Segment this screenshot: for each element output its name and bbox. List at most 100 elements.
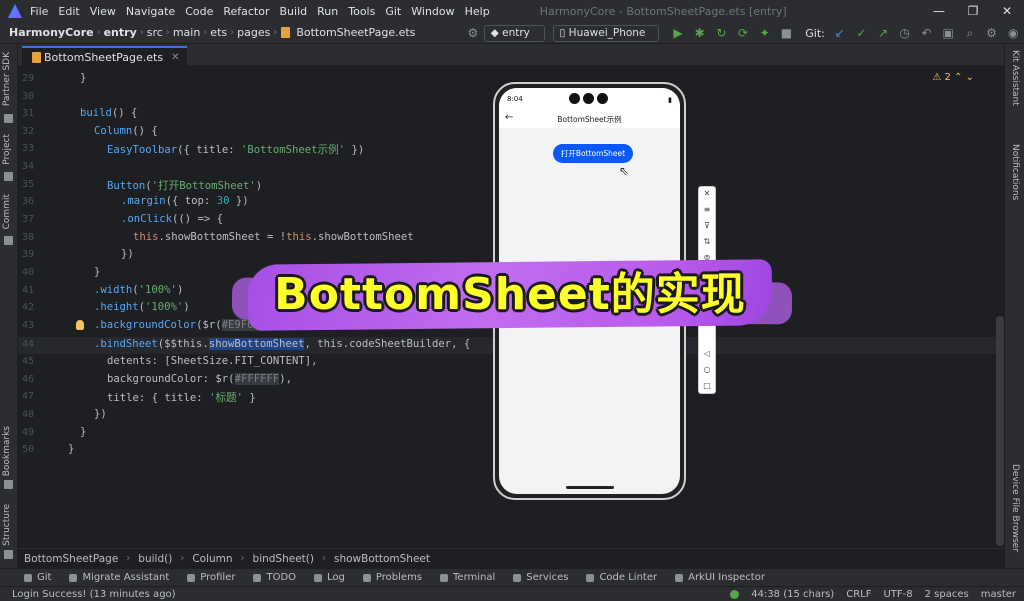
project-structure-icon[interactable]: ▣	[940, 26, 956, 40]
menu-build[interactable]: Build	[280, 5, 308, 18]
menu-refactor[interactable]: Refactor	[223, 5, 269, 18]
code-crumb[interactable]: showBottomSheet	[334, 553, 430, 565]
close-window-button[interactable]: ✕	[990, 0, 1024, 22]
tool-label: Git	[37, 572, 52, 583]
indent-setting[interactable]: 2 spaces	[925, 589, 969, 600]
run-icon[interactable]: ▶	[670, 26, 686, 40]
menu-file[interactable]: File	[30, 5, 48, 18]
app-logo-icon	[8, 4, 22, 18]
tool-profiler[interactable]: Profiler	[187, 572, 235, 583]
git-push-icon[interactable]: ↗	[875, 26, 891, 40]
tool-services[interactable]: Services	[513, 572, 568, 583]
menu-icon[interactable]: ≡	[699, 205, 715, 214]
git-commit-icon[interactable]: ✓	[854, 26, 870, 40]
open-bottomsheet-button[interactable]: 打开BottomSheet	[553, 144, 633, 163]
breadcrumb-project[interactable]: HarmonyCore	[6, 26, 97, 39]
tool-code-linter[interactable]: Code Linter	[586, 572, 657, 583]
bookmarks-tab[interactable]: Bookmarks	[2, 426, 12, 476]
minimize-button[interactable]: —	[922, 0, 956, 22]
menu-run[interactable]: Run	[317, 5, 338, 18]
code-crumb[interactable]: Column	[192, 553, 232, 565]
line-separator[interactable]: CRLF	[846, 589, 871, 600]
git-branch[interactable]: master	[981, 589, 1016, 600]
close-tab-icon[interactable]: ✕	[171, 52, 179, 63]
caret-position[interactable]: 44:38 (15 chars)	[751, 589, 834, 600]
tool-git[interactable]: Git	[24, 572, 51, 583]
breadcrumb-ets[interactable]: ets	[207, 26, 230, 39]
profiler-tool-icon	[187, 573, 196, 582]
breadcrumb-file[interactable]: BottomSheetPage.ets	[293, 26, 418, 39]
user-icon[interactable]: ◉	[1005, 26, 1021, 40]
maximize-button[interactable]: ❐	[956, 0, 990, 22]
rotate-icon[interactable]: ⇅	[699, 237, 715, 246]
breadcrumb-module[interactable]: entry	[101, 26, 140, 39]
lightbulb-icon[interactable]	[76, 320, 84, 330]
search-icon[interactable]: ⌕	[962, 26, 978, 41]
close-emulator-icon[interactable]: ✕	[699, 189, 715, 198]
history-icon[interactable]: ◷	[897, 26, 913, 40]
editor-scrollbar[interactable]	[996, 316, 1004, 546]
git-update-icon[interactable]: ↙	[832, 26, 848, 40]
menu-window[interactable]: Window	[411, 5, 454, 18]
stop-icon[interactable]: ■	[779, 26, 795, 40]
settings-icon[interactable]: ⚙	[984, 26, 1000, 40]
filter-icon[interactable]: ⊽	[699, 221, 715, 230]
code-crumb[interactable]: bindSheet()	[253, 553, 314, 565]
back-nav-icon[interactable]: ◁	[699, 349, 715, 358]
recents-nav-icon[interactable]: □	[699, 381, 715, 390]
menu-code[interactable]: Code	[185, 5, 213, 18]
token: title: { title:	[107, 392, 210, 404]
kit-assistant-tab[interactable]: Kit Assistant	[1010, 50, 1020, 106]
code-crumb[interactable]: BottomSheetPage	[24, 553, 118, 565]
menu-edit[interactable]: Edit	[58, 5, 79, 18]
commit-tab[interactable]: Commit	[2, 194, 12, 229]
profiler-icon[interactable]: ✦	[757, 26, 773, 40]
tool-label: Terminal	[453, 572, 496, 583]
code-line: }	[68, 443, 74, 455]
tool-terminal[interactable]: Terminal	[440, 572, 495, 583]
token: '标题'	[209, 392, 244, 404]
menu-navigate[interactable]: Navigate	[126, 5, 175, 18]
menu-git[interactable]: Git	[385, 5, 401, 18]
video-caption: BottomSheet的实现	[274, 269, 746, 320]
file-encoding[interactable]: UTF-8	[883, 589, 912, 600]
back-arrow-icon[interactable]: ←	[505, 112, 513, 123]
tool-todo[interactable]: TODO	[253, 572, 296, 583]
rollback-icon[interactable]: ↶	[919, 26, 935, 40]
code-line: EasyToolbar({ title: 'BottomSheet示例' })	[107, 142, 364, 157]
token: )	[176, 284, 184, 296]
token: this	[133, 231, 159, 243]
notifications-tab[interactable]: Notifications	[1010, 144, 1020, 200]
breadcrumb-src[interactable]: src	[144, 26, 166, 39]
tab-bottomsheetpage[interactable]: BottomSheetPage.ets ✕	[22, 46, 188, 66]
device-file-browser-tab[interactable]: Device File Browser	[1010, 464, 1020, 552]
code-crumb[interactable]: build()	[138, 553, 172, 565]
project-tab[interactable]: Project	[2, 134, 12, 165]
reload-icon[interactable]: ↻	[714, 26, 730, 40]
tool-problems[interactable]: Problems	[362, 572, 422, 583]
breadcrumb-main[interactable]: main	[170, 26, 203, 39]
device-selector[interactable]: ▯ Huawei_Phone ▾	[552, 24, 660, 54]
structure-tab[interactable]: Structure	[2, 504, 12, 546]
home-indicator	[566, 486, 614, 489]
warning-indicator[interactable]: ⚠ 2 ⌃ ⌄	[932, 72, 974, 83]
debug-icon[interactable]: ✱	[692, 26, 708, 40]
tool-log[interactable]: Log	[314, 572, 345, 583]
token: .backgroundColor	[94, 319, 197, 331]
code-line: })	[121, 248, 134, 260]
line-number: 38	[21, 232, 34, 243]
menu-help[interactable]: Help	[465, 5, 490, 18]
breadcrumb-pages[interactable]: pages	[234, 26, 273, 39]
home-nav-icon[interactable]: ○	[699, 365, 715, 374]
menu-tools[interactable]: Tools	[348, 5, 375, 18]
tool-migrate-assistant[interactable]: Migrate Assistant	[69, 572, 169, 583]
tool-arkui-inspector[interactable]: ArkUI Inspector	[675, 572, 765, 583]
apply-changes-icon[interactable]: ⟳	[735, 26, 751, 40]
token: () {	[111, 107, 138, 119]
token: .width	[94, 284, 133, 296]
partner-sdk-tab[interactable]: Partner SDK	[2, 52, 12, 106]
settings-gear-icon[interactable]: ⚙	[465, 26, 481, 40]
warning-count: 2	[944, 72, 951, 83]
module-selector[interactable]: ◆ entry ▾	[483, 24, 545, 54]
menu-view[interactable]: View	[90, 5, 116, 18]
